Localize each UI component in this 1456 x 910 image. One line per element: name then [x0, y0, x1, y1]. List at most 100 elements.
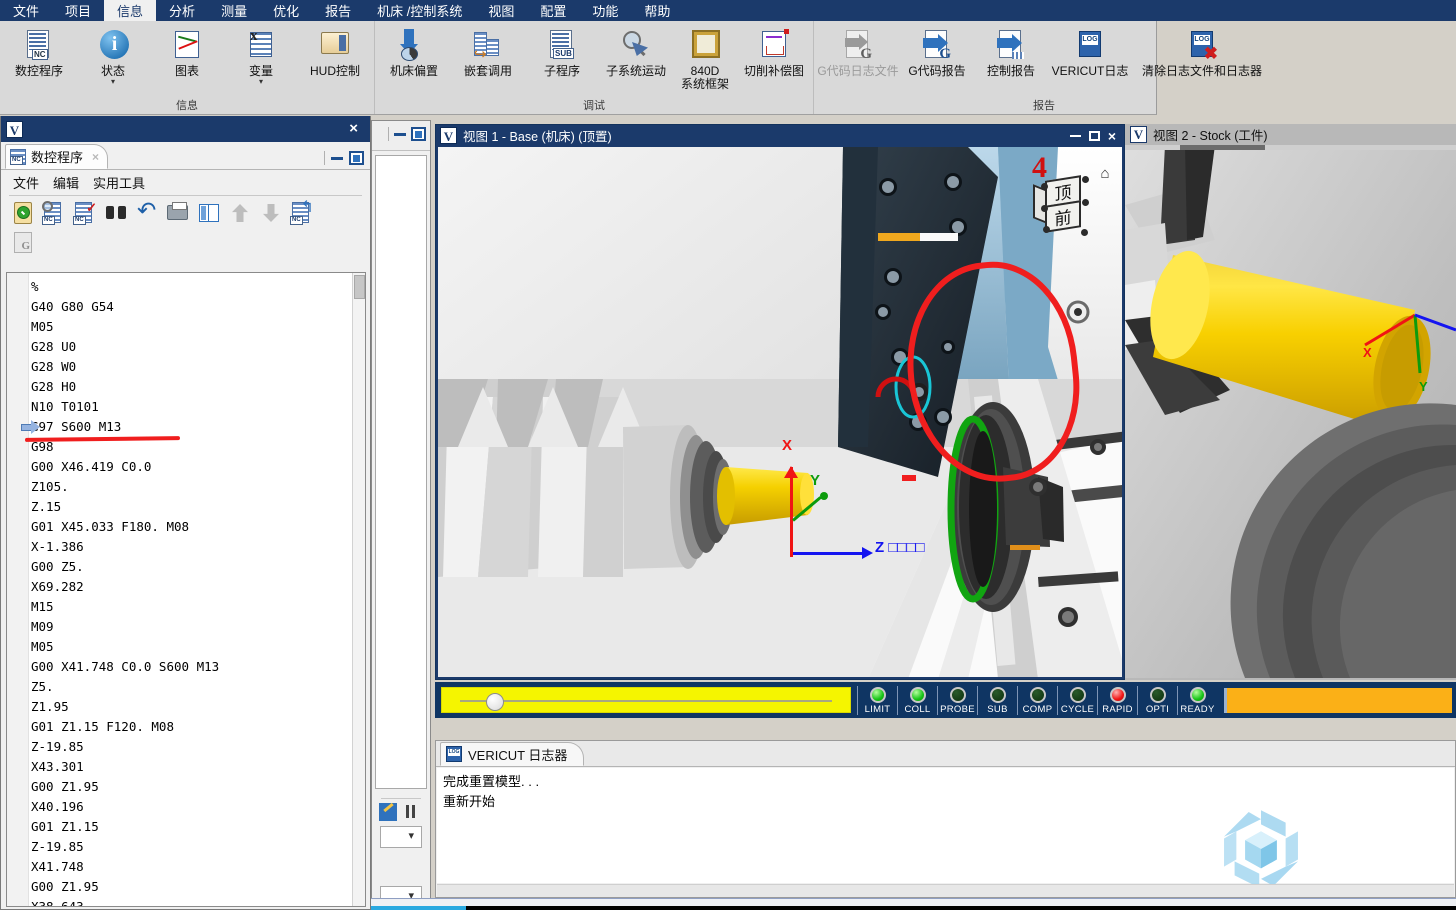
ribbon-button-control-report[interactable]: 控制报告	[974, 24, 1048, 78]
reload-nc-icon[interactable]: NC ↰	[290, 200, 314, 225]
code-line[interactable]: G01 Z1.15	[31, 817, 351, 837]
code-line[interactable]: X69.282	[31, 577, 351, 597]
check-nc-icon[interactable]: NC ✓	[73, 201, 97, 225]
code-line[interactable]: X-1.386	[31, 537, 351, 557]
code-line[interactable]: X43.301	[31, 757, 351, 777]
maximize-icon[interactable]	[1088, 130, 1100, 141]
ribbon-button-vericut-log[interactable]: VERICUT日志	[1048, 24, 1132, 78]
code-line[interactable]: Z-19.85	[31, 837, 351, 857]
code-line[interactable]: Z-19.85	[31, 737, 351, 757]
tab-close-icon[interactable]: ×	[92, 150, 99, 164]
code-line[interactable]: G00 X46.419 C0.0	[31, 457, 351, 477]
move-up-icon[interactable]	[228, 201, 252, 225]
ribbon-button-gcode-report[interactable]: G G代码报告	[900, 24, 974, 78]
tab-vericut-log[interactable]: VERICUT 日志器	[440, 742, 585, 766]
close-icon[interactable]: ×	[1108, 129, 1116, 143]
view-2-horizontal-scrollbar[interactable]	[1125, 145, 1456, 150]
code-line[interactable]: Z1.95	[31, 697, 351, 717]
code-line[interactable]: G01 Z1.15 F120. M08	[31, 717, 351, 737]
nc-menu-utilities[interactable]: 实用工具	[93, 173, 145, 192]
viewcube-front-face[interactable]: 前	[1045, 200, 1081, 233]
menu-item-measure[interactable]: 测量	[208, 0, 260, 21]
ribbon-button-gcode-log-file[interactable]: G G代码日志文件	[816, 24, 900, 78]
code-line[interactable]: M05	[31, 637, 351, 657]
ribbon-button-clear-log[interactable]: ✖ 清除日志文件和日志器	[1132, 24, 1272, 78]
code-line[interactable]: M15	[31, 597, 351, 617]
edit-pencil-icon[interactable]	[379, 803, 397, 821]
menu-item-project[interactable]: 项目	[52, 0, 104, 21]
code-line[interactable]: G00 Z1.95	[31, 877, 351, 897]
ribbon-button-subprogram[interactable]: SUB 子程序	[525, 24, 599, 78]
minimize-icon[interactable]	[394, 132, 406, 136]
simulation-speed-slider[interactable]	[441, 687, 851, 713]
code-line[interactable]: X41.748	[31, 857, 351, 877]
code-line[interactable]: G40 G80 G54	[31, 297, 351, 317]
ribbon-button-nc-program[interactable]: NC 数控程序	[2, 24, 76, 78]
minimize-icon[interactable]	[331, 156, 343, 160]
tool-icon[interactable]	[403, 803, 421, 821]
view-orientation-cube[interactable]: 顶 前	[1033, 175, 1089, 236]
code-vertical-scrollbar[interactable]	[352, 273, 365, 906]
code-line[interactable]: G00 Z5.	[31, 557, 351, 577]
code-line[interactable]: Z5.	[31, 677, 351, 697]
minimize-icon[interactable]	[1069, 134, 1081, 137]
code-line[interactable]: G97 S600 M13	[31, 417, 351, 437]
code-line[interactable]: G00 Z1.95	[31, 777, 351, 797]
code-line[interactable]: M05	[31, 317, 351, 337]
code-line[interactable]: G28 U0	[31, 337, 351, 357]
code-line[interactable]: Z.15	[31, 497, 351, 517]
close-icon[interactable]: ×	[342, 120, 365, 138]
ribbon-button-cut-compensation[interactable]: 切削补偿图	[737, 24, 811, 78]
scrollbar-thumb[interactable]	[1180, 145, 1265, 150]
view-2-canvas[interactable]: X Y	[1125, 145, 1456, 678]
tool-select-dropdown[interactable]	[380, 826, 422, 848]
menu-item-configure[interactable]: 配置	[527, 0, 579, 21]
undo-icon[interactable]	[135, 201, 159, 225]
menu-item-optimize[interactable]: 优化	[260, 0, 312, 21]
log-horizontal-scrollbar[interactable]	[437, 884, 1454, 897]
ribbon-button-chart[interactable]: 图表	[150, 24, 224, 78]
restore-icon[interactable]	[349, 151, 364, 165]
nc-menu-edit[interactable]: 编辑	[53, 173, 79, 192]
code-line[interactable]: G01 X45.033 F180. M08	[31, 517, 351, 537]
tab-nc-program[interactable]: NC 数控程序 ×	[5, 144, 109, 169]
preview-nc-icon[interactable]: NC	[42, 201, 66, 225]
ribbon-button-hud-control[interactable]: HUD控制	[298, 24, 372, 78]
view-1-canvas[interactable]: 4 X Z □□□□ Y 顶 前 ⌂	[438, 147, 1122, 677]
ribbon-button-nested-call[interactable]: ↪ 嵌套调用	[451, 24, 525, 78]
ribbon-button-subsystem-motion[interactable]: 子系统运动	[599, 24, 673, 78]
menu-item-features[interactable]: 功能	[579, 0, 631, 21]
code-line[interactable]: N10 T0101	[31, 397, 351, 417]
menu-item-info[interactable]: 信息	[104, 0, 157, 21]
code-line[interactable]: G28 H0	[31, 377, 351, 397]
chevron-down-icon[interactable]: ▾	[259, 78, 263, 86]
ribbon-button-status[interactable]: i 状态 ▾	[76, 24, 150, 86]
menu-item-view[interactable]: 视图	[475, 0, 527, 21]
menu-item-report[interactable]: 报告	[312, 0, 364, 21]
menu-item-machine-control[interactable]: 机床 /控制系统	[364, 0, 475, 21]
code-line[interactable]: G28 W0	[31, 357, 351, 377]
code-line[interactable]: M09	[31, 617, 351, 637]
code-line[interactable]: X40.196	[31, 797, 351, 817]
print-icon[interactable]	[166, 201, 190, 225]
code-line[interactable]: X38.643	[31, 897, 351, 906]
code-line[interactable]: %	[31, 277, 351, 297]
split-view-icon[interactable]	[197, 201, 221, 225]
gcode-doc-icon[interactable]	[11, 231, 35, 255]
verify-clipboard-icon[interactable]	[11, 201, 35, 225]
menu-item-analysis[interactable]: 分析	[156, 0, 208, 21]
menu-item-help[interactable]: 帮助	[631, 0, 683, 21]
restore-icon[interactable]	[411, 127, 426, 141]
nc-menu-file[interactable]: 文件	[13, 173, 39, 192]
menu-item-file[interactable]: 文件	[0, 0, 52, 21]
move-down-icon[interactable]	[259, 201, 283, 225]
binoculars-icon[interactable]	[104, 201, 128, 225]
slider-knob[interactable]	[486, 693, 504, 711]
scrollbar-thumb[interactable]	[354, 275, 365, 299]
ribbon-button-840d-frame[interactable]: 840D 系统框架	[673, 24, 737, 91]
code-line[interactable]: G00 X41.748 C0.0 S600 M13	[31, 657, 351, 677]
code-line[interactable]: Z105.	[31, 477, 351, 497]
ribbon-button-machine-offset[interactable]: 机床偏置	[377, 24, 451, 78]
chevron-down-icon[interactable]: ▾	[111, 78, 115, 86]
home-icon[interactable]: ⌂	[1096, 165, 1114, 183]
